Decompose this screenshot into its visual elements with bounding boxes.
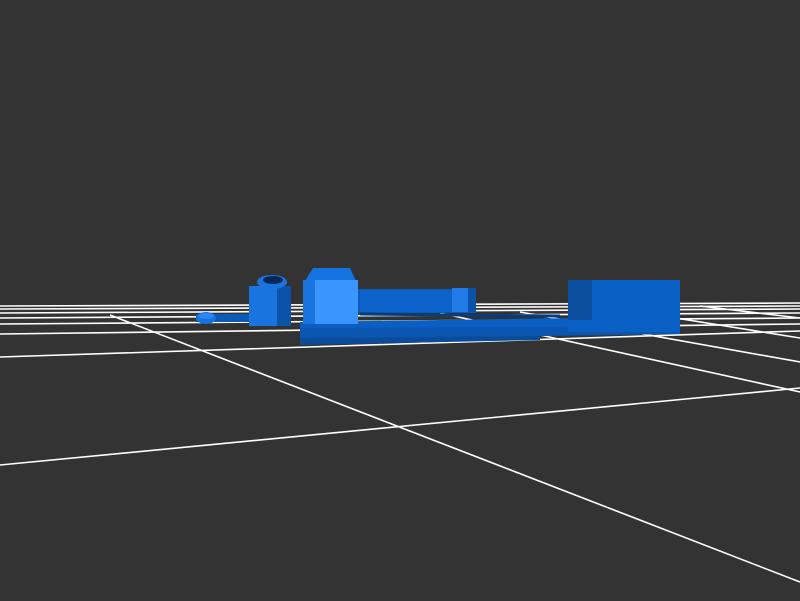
grid-line (700, 306, 800, 318)
cube-side (303, 280, 315, 324)
scene-canvas (0, 0, 800, 601)
right-block-front (592, 280, 680, 332)
right-block-side (568, 280, 592, 320)
left-peg-top (198, 313, 214, 319)
3d-model[interactable] (196, 268, 680, 345)
middle-bar-shadow (360, 314, 560, 316)
3d-viewport[interactable] (0, 0, 800, 601)
ground-grid (0, 303, 800, 582)
cylinder-hole (263, 276, 283, 284)
cube-top (305, 268, 356, 281)
middle-bar-face (360, 290, 452, 312)
cylinder-block-side (277, 286, 291, 326)
grid-line (110, 315, 800, 582)
cylinder-block-face (249, 286, 277, 326)
middle-bar-end-side (468, 288, 476, 312)
